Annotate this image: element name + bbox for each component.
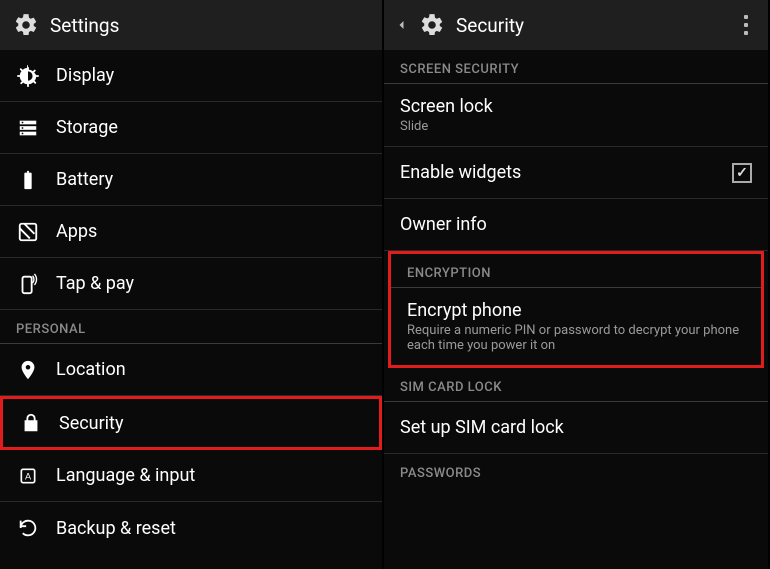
row-label: Encrypt phone	[407, 300, 745, 321]
tap-pay-icon	[16, 272, 40, 296]
lock-icon	[19, 411, 43, 435]
row-battery[interactable]: Battery	[0, 154, 382, 206]
action-bar: Settings	[0, 0, 382, 50]
row-sublabel: Require a numeric PIN or password to dec…	[407, 323, 745, 353]
section-header-screen-security: SCREEN SECURITY	[384, 50, 768, 84]
apps-icon	[16, 220, 40, 244]
row-location[interactable]: Location	[0, 344, 382, 396]
action-bar: Security	[384, 0, 768, 50]
row-label: Screen lock	[400, 96, 493, 117]
backup-icon	[16, 516, 40, 540]
row-label: Display	[56, 65, 114, 86]
section-header-passwords: PASSWORDS	[384, 454, 768, 487]
row-display[interactable]: Display	[0, 50, 382, 102]
overflow-menu-icon[interactable]	[736, 11, 756, 39]
row-screen-lock[interactable]: Screen lock Slide	[384, 84, 768, 147]
section-header-personal: PERSONAL	[0, 310, 382, 344]
settings-panel: Settings Display Storage Battery Apps	[0, 0, 384, 569]
row-sublabel: Slide	[400, 119, 493, 134]
row-security[interactable]: Security	[0, 396, 382, 450]
row-label: Owner info	[400, 214, 487, 235]
security-panel: Security SCREEN SECURITY Screen lock Sli…	[384, 0, 768, 569]
row-language[interactable]: A Language & input	[0, 450, 382, 502]
row-label: Storage	[56, 117, 118, 138]
encryption-highlight: ENCRYPTION Encrypt phone Require a numer…	[388, 251, 764, 368]
row-label: Language & input	[56, 465, 195, 486]
row-label: Backup & reset	[56, 518, 176, 539]
settings-list: Display Storage Battery Apps Tap & pay	[0, 50, 382, 554]
row-label: Tap & pay	[56, 273, 134, 294]
row-owner-info[interactable]: Owner info	[384, 199, 768, 251]
location-icon	[16, 358, 40, 382]
checkbox-icon[interactable]	[732, 163, 752, 183]
row-sim-lock[interactable]: Set up SIM card lock	[384, 402, 768, 454]
row-encrypt-phone[interactable]: Encrypt phone Require a numeric PIN or p…	[391, 288, 761, 365]
section-header-sim-lock: SIM CARD LOCK	[384, 368, 768, 402]
row-label: Location	[56, 359, 126, 380]
row-storage[interactable]: Storage	[0, 102, 382, 154]
row-enable-widgets[interactable]: Enable widgets	[384, 147, 768, 199]
security-list: SCREEN SECURITY Screen lock Slide Enable…	[384, 50, 768, 487]
display-icon	[16, 64, 40, 88]
language-icon: A	[16, 464, 40, 488]
page-title: Settings	[50, 14, 119, 37]
row-backup[interactable]: Backup & reset	[0, 502, 382, 554]
back-icon[interactable]	[396, 16, 408, 34]
row-label: Security	[59, 413, 123, 434]
gear-icon	[418, 11, 446, 39]
gear-icon	[12, 11, 40, 39]
svg-text:A: A	[25, 471, 32, 481]
battery-icon	[16, 168, 40, 192]
page-title: Security	[456, 14, 524, 37]
row-apps[interactable]: Apps	[0, 206, 382, 258]
row-label: Battery	[56, 169, 113, 190]
storage-icon	[16, 116, 40, 140]
row-label: Set up SIM card lock	[400, 417, 564, 438]
row-label: Apps	[56, 221, 97, 242]
section-header-encryption: ENCRYPTION	[391, 254, 761, 288]
row-tap-pay[interactable]: Tap & pay	[0, 258, 382, 310]
row-label: Enable widgets	[400, 162, 521, 183]
